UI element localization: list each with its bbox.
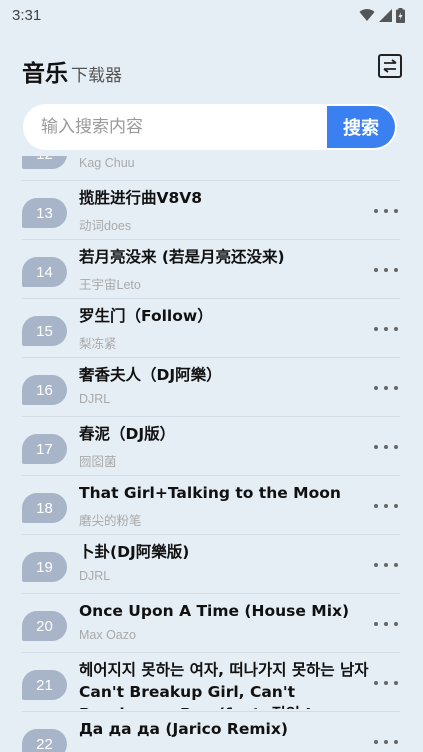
list-item[interactable]: 12 Kag Chuu bbox=[22, 156, 400, 181]
switch-source-button[interactable] bbox=[378, 54, 402, 78]
track-number: 21 bbox=[22, 670, 67, 700]
swap-icon bbox=[383, 59, 397, 73]
list-item[interactable]: 15 罗生门（Follow） 梨冻紧 bbox=[22, 299, 400, 358]
status-time: 3:31 bbox=[12, 6, 42, 24]
list-item[interactable]: 21 헤어지지 못하는 여자, 떠나가지 못하는 남자 Can't Breaku… bbox=[22, 653, 400, 712]
song-list[interactable]: 12 Kag Chuu 13 揽胜进行曲V8V8 动词does 14 若月亮没来… bbox=[0, 156, 423, 752]
list-item[interactable]: 22 Да да да (Jarico Remix) bbox=[22, 712, 400, 752]
song-title: 若月亮没来 (若是月亮还没来) bbox=[79, 248, 285, 266]
list-item[interactable]: 17 春泥（DJ版） 囫囵菌 bbox=[22, 417, 400, 476]
song-artist: 动词does bbox=[79, 219, 132, 233]
song-title: 罗生门（Follow） bbox=[79, 307, 213, 325]
more-icon[interactable] bbox=[374, 382, 398, 394]
list-item[interactable]: 14 若月亮没来 (若是月亮还没来) 王宇宙Leto bbox=[22, 240, 400, 299]
track-number: 12 bbox=[22, 156, 67, 169]
status-bar: 3:31 bbox=[0, 0, 423, 30]
list-item[interactable]: 18 That Girl+Talking to the Moon 磨尖的粉笔 bbox=[22, 476, 400, 535]
song-title: 春泥（DJ版） bbox=[79, 425, 176, 443]
more-icon[interactable] bbox=[374, 205, 398, 217]
battery-icon bbox=[396, 7, 405, 23]
track-number: 18 bbox=[22, 493, 67, 523]
list-item[interactable]: 13 揽胜进行曲V8V8 动词does bbox=[22, 181, 400, 240]
song-artist: DJRL bbox=[79, 392, 111, 406]
song-title: Да да да (Jarico Remix) bbox=[79, 720, 288, 738]
list-item[interactable]: 19 卜卦(DJ阿樂版) DJRL bbox=[22, 535, 400, 594]
search-button[interactable]: 搜索 bbox=[327, 106, 395, 148]
more-icon[interactable] bbox=[374, 736, 398, 748]
more-icon[interactable] bbox=[374, 677, 398, 689]
more-icon[interactable] bbox=[374, 441, 398, 453]
song-artist: 磨尖的粉笔 bbox=[79, 514, 142, 528]
search-bar: 搜索 bbox=[23, 104, 397, 150]
more-icon[interactable] bbox=[374, 323, 398, 335]
app-title: 音乐 bbox=[22, 61, 68, 87]
song-artist: Kag Chuu bbox=[79, 156, 135, 170]
more-icon[interactable] bbox=[374, 156, 398, 158]
search-input[interactable] bbox=[23, 104, 327, 150]
song-artist: Max Oazo bbox=[79, 628, 136, 642]
song-artist: DJRL bbox=[79, 569, 111, 583]
track-number: 16 bbox=[22, 375, 67, 405]
status-icons bbox=[359, 7, 405, 23]
song-title: That Girl+Talking to the Moon bbox=[79, 484, 341, 502]
list-item[interactable]: 16 奢香夫人（DJ阿樂） DJRL bbox=[22, 358, 400, 417]
more-icon[interactable] bbox=[374, 618, 398, 630]
more-icon[interactable] bbox=[374, 500, 398, 512]
track-number: 22 bbox=[22, 729, 67, 752]
track-number: 15 bbox=[22, 316, 67, 346]
track-number: 20 bbox=[22, 611, 67, 641]
app-subtitle: 下载器 bbox=[71, 66, 122, 86]
song-artist: 王宇宙Leto bbox=[79, 278, 141, 292]
wifi-icon bbox=[359, 8, 375, 21]
song-title: 揽胜进行曲V8V8 bbox=[79, 189, 203, 207]
app-header: 音乐 下载器 bbox=[22, 50, 402, 86]
song-title: 奢香夫人（DJ阿樂） bbox=[79, 366, 222, 384]
song-artist: 囫囵菌 bbox=[79, 455, 117, 469]
list-item[interactable]: 20 Once Upon A Time (House Mix) Max Oazo bbox=[22, 594, 400, 653]
song-title: 卜卦(DJ阿樂版) bbox=[79, 543, 190, 561]
track-number: 14 bbox=[22, 257, 67, 287]
more-icon[interactable] bbox=[374, 559, 398, 571]
song-artist: 梨冻紧 bbox=[79, 337, 117, 351]
track-number: 13 bbox=[22, 198, 67, 228]
track-number: 17 bbox=[22, 434, 67, 464]
track-number: 19 bbox=[22, 552, 67, 582]
signal-icon bbox=[379, 8, 392, 22]
song-title: 헤어지지 못하는 여자, 떠나가지 못하는 남자 Can't Breakup G… bbox=[79, 661, 369, 709]
more-icon[interactable] bbox=[374, 264, 398, 276]
song-title: Once Upon A Time (House Mix) bbox=[79, 602, 350, 620]
